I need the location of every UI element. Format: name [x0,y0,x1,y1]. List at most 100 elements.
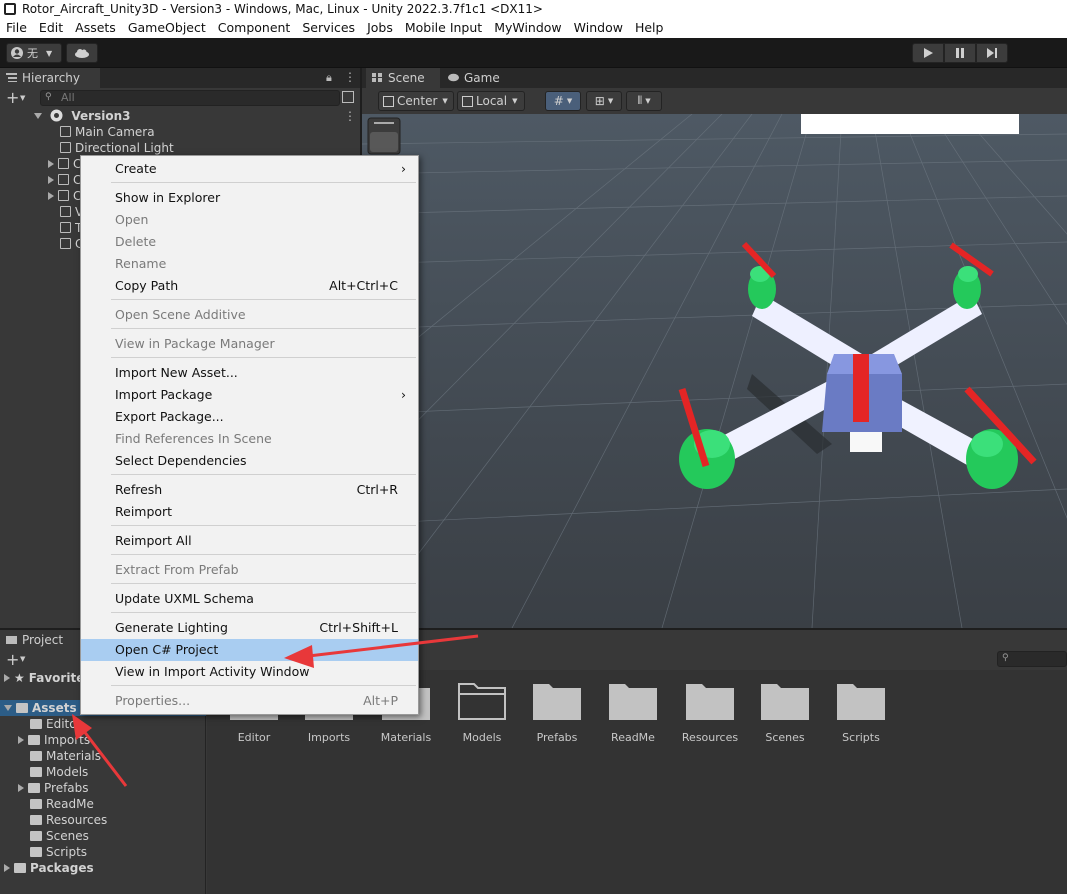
step-button[interactable] [976,43,1008,63]
more-options-icon[interactable]: ⋮ [344,70,356,84]
menu-assets[interactable]: Assets [69,18,122,38]
menu-edit[interactable]: Edit [33,18,69,38]
play-button[interactable] [912,43,944,63]
menu-mobile-input[interactable]: Mobile Input [399,18,488,38]
folder-scripts[interactable]: Scripts [831,680,891,744]
menu-item-show-in-explorer[interactable]: Show in Explorer [81,187,418,209]
menu-component[interactable]: Component [212,18,297,38]
maximize-icon[interactable] [342,91,354,103]
folder-scenes[interactable]: Scenes [755,680,815,744]
folder-icon [28,735,40,745]
hierarchy-item[interactable]: T [60,220,82,236]
menu-separator [111,612,416,613]
tree-favorites[interactable]: ★ Favorites [4,670,91,686]
menu-file[interactable]: File [0,18,33,38]
menu-gameobject[interactable]: GameObject [122,18,212,38]
menu-item-shortcut: Alt+Ctrl+C [329,278,398,293]
menu-mywindow[interactable]: MyWindow [488,18,567,38]
scene-viewport[interactable] [362,113,1067,628]
tab-hierarchy[interactable]: Hierarchy [0,68,100,88]
scene-root-row[interactable]: Version3 [34,108,130,124]
cloud-icon [75,49,89,58]
menu-item-export-package[interactable]: Export Package... [81,406,418,428]
menu-item-open: Open [81,209,418,231]
menu-item-label: Properties... [115,693,191,708]
gameobject-icon [60,142,71,153]
folder-models[interactable]: Models [452,680,512,744]
tree-item-scenes[interactable]: Scenes [30,828,89,844]
project-search-input[interactable]: ⚲ [997,651,1067,667]
tree-packages[interactable]: Packages [4,860,94,876]
menu-item-label: Delete [115,234,157,249]
grid-icon: ⊞ [594,94,605,108]
account-dropdown[interactable]: 无 ▼ [6,43,62,63]
chevron-down-icon[interactable]: ▼ [20,655,25,663]
tree-item-prefabs[interactable]: Prefabs [18,780,89,796]
scene-options-icon[interactable]: ⋮ [344,109,356,123]
increment-snap-button[interactable]: ⦀ ▼ [626,91,662,111]
grid-snap-button[interactable]: # ▼ [545,91,581,111]
add-icon[interactable]: + [6,88,19,108]
lock-icon[interactable]: 🔒︎ [326,71,332,85]
hierarchy-item-main-camera[interactable]: Main Camera [60,124,155,140]
pause-button[interactable] [944,43,976,63]
menu-item-refresh[interactable]: Refresh Ctrl+R [81,479,418,501]
tab-scene[interactable]: Scene [366,68,440,88]
tree-item-imports[interactable]: Imports [18,732,90,748]
tree-item-scripts[interactable]: Scripts [30,844,87,860]
menu-item-reimport[interactable]: Reimport [81,501,418,523]
expand-icon[interactable] [34,113,42,119]
folder-icon [30,767,42,777]
hierarchy-item[interactable]: C [48,188,81,204]
tab-hierarchy-label: Hierarchy [22,71,81,85]
chevron-right-icon: › [401,387,406,402]
menu-item-generate-lighting[interactable]: Generate Lighting Ctrl+Shift+L [81,617,418,639]
folder-readme[interactable]: ReadMe [603,680,663,744]
menu-help[interactable]: Help [629,18,670,38]
menu-item-label: Select Dependencies [115,453,247,468]
hierarchy-search-input[interactable]: ⚲ All [40,90,340,106]
tree-item-label: Models [46,765,89,779]
menu-item-shortcut: Ctrl+Shift+L [319,620,398,635]
menu-item-update-uxml-schema[interactable]: Update UXML Schema [81,588,418,610]
menu-item-label: Create [115,161,157,176]
menu-jobs[interactable]: Jobs [361,18,399,38]
search-icon: ⚲ [1002,653,1009,663]
hierarchy-item-directional-light[interactable]: Directional Light [60,140,174,156]
tree-item-editor[interactable]: Editor [30,716,82,732]
add-icon[interactable]: + [6,650,19,669]
menu-item-create[interactable]: Create › [81,158,418,180]
cloud-button[interactable] [66,43,98,63]
menu-item-open-csharp-project[interactable]: Open C# Project [81,639,418,661]
hand-tool-icon[interactable] [370,132,398,152]
window-title-bar: Rotor_Aircraft_Unity3D - Version3 - Wind… [0,0,1067,18]
tab-project[interactable]: Project [0,630,80,650]
menu-item-copy-path[interactable]: Copy Path Alt+Ctrl+C [81,275,418,297]
hierarchy-item[interactable]: C [48,172,81,188]
space-dropdown[interactable]: Local ▼ [457,91,525,111]
tree-item-readme[interactable]: ReadMe [30,796,94,812]
chevron-down-icon[interactable]: ▼ [20,94,25,102]
menu-item-import-package[interactable]: Import Package › [81,384,418,406]
menu-item-import-new-asset[interactable]: Import New Asset... [81,362,418,384]
space-label: Local [476,94,508,108]
grid-visibility-button[interactable]: ⊞ ▼ [586,91,622,111]
menu-item-delete: Delete [81,231,418,253]
tree-item-models[interactable]: Models [30,764,88,780]
menu-item-reimport-all[interactable]: Reimport All [81,530,418,552]
pivot-dropdown[interactable]: Center ▼ [378,91,454,111]
tree-item-resources[interactable]: Resources [30,812,107,828]
menu-services[interactable]: Services [296,18,361,38]
tree-item-materials[interactable]: Materials [30,748,101,764]
folder-icon [30,847,42,857]
menu-item-view-in-import-activity[interactable]: View in Import Activity Window [81,661,418,683]
menu-window[interactable]: Window [568,18,629,38]
menu-item-select-dependencies[interactable]: Select Dependencies [81,450,418,472]
folder-resources[interactable]: Resources [680,680,740,744]
menu-item-properties: Properties... Alt+P [81,690,418,712]
menu-item-label: Open [115,212,149,227]
tab-game[interactable]: Game [442,68,506,88]
hierarchy-item[interactable]: C [48,156,81,172]
folder-prefabs[interactable]: Prefabs [527,680,587,744]
folder-icon [30,831,42,841]
